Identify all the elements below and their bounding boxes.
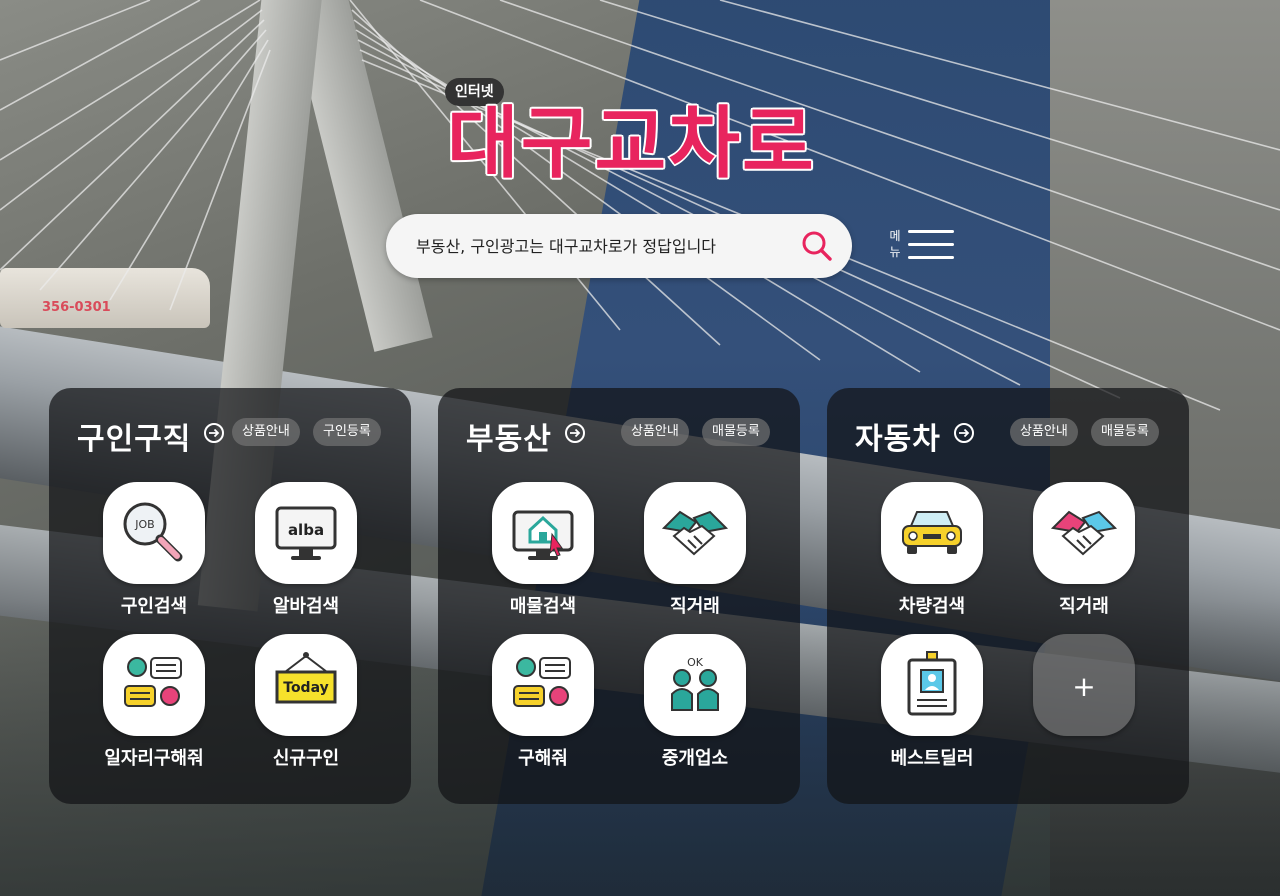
tile-best-dealer[interactable]: 베스트딜러 bbox=[872, 634, 992, 784]
tile-direct-deal[interactable]: 직거래 bbox=[635, 482, 755, 632]
hamburger-icon bbox=[908, 230, 954, 260]
tile-find-for-me[interactable]: 구해줘 bbox=[483, 634, 603, 784]
job-search-icon: JOB bbox=[103, 482, 205, 584]
tile-find-job-for-me[interactable]: 일자리구해줘 bbox=[94, 634, 214, 784]
pill-product-info[interactable]: 상품안내 bbox=[232, 418, 300, 446]
panel-real-estate: 부동산 상품안내 매물등록 매물검색 직거래 구해줘 OK 중개업소 bbox=[438, 388, 800, 804]
search-bar bbox=[386, 214, 852, 278]
svg-text:Today: Today bbox=[283, 680, 328, 696]
tile-label: 알바검색 bbox=[272, 596, 340, 617]
svg-text:alba: alba bbox=[288, 521, 324, 539]
tile-label: 직거래 bbox=[1059, 596, 1109, 617]
handshake-icon bbox=[1033, 482, 1135, 584]
tile-label: 베스트딜러 bbox=[890, 748, 974, 769]
tile-label: 구인검색 bbox=[120, 596, 188, 617]
menu-label: 메 뉴 bbox=[889, 229, 901, 259]
search-input[interactable] bbox=[416, 232, 776, 260]
pill-listing-register[interactable]: 매물등록 bbox=[702, 418, 770, 446]
search-button[interactable] bbox=[798, 228, 836, 264]
search-icon bbox=[802, 231, 832, 261]
tile-label: 매물검색 bbox=[509, 596, 577, 617]
menu-button[interactable]: 메 뉴 bbox=[886, 228, 958, 264]
svg-text:+: + bbox=[1072, 670, 1095, 703]
panel-jobs: 구인구직 상품안내 구인등록 JOB 구인검색 alba 알바검색 일자리구해줘… bbox=[49, 388, 411, 804]
tile-alba-search[interactable]: alba 알바검색 bbox=[246, 482, 366, 632]
tile-label: 구해줘 bbox=[518, 748, 568, 769]
site-logo[interactable]: 대구교차로 bbox=[446, 96, 816, 192]
tile-car-search[interactable]: 차량검색 bbox=[872, 482, 992, 632]
tile-add[interactable]: + bbox=[1024, 634, 1144, 784]
today-sign-icon: Today bbox=[255, 634, 357, 736]
tile-direct-deal[interactable]: 직거래 bbox=[1024, 482, 1144, 632]
chat-people-icon bbox=[492, 634, 594, 736]
arrow-right-icon[interactable] bbox=[565, 423, 585, 443]
tile-listing-search[interactable]: 매물검색 bbox=[483, 482, 603, 632]
tile-label: 직거래 bbox=[670, 596, 720, 617]
pill-product-info[interactable]: 상품안내 bbox=[621, 418, 689, 446]
plus-icon: + bbox=[1033, 634, 1135, 736]
panel-car: 자동차 상품안내 매물등록 차량검색 직거래 베스트딜러 + bbox=[827, 388, 1189, 804]
svg-text:OK: OK bbox=[687, 656, 704, 669]
svg-text:JOB: JOB bbox=[134, 518, 154, 531]
handshake-icon bbox=[644, 482, 746, 584]
panel-title-real-estate[interactable]: 부동산 bbox=[466, 414, 552, 458]
pill-product-info[interactable]: 상품안내 bbox=[1010, 418, 1078, 446]
chat-people-icon bbox=[103, 634, 205, 736]
tile-brokerage[interactable]: OK 중개업소 bbox=[635, 634, 755, 784]
tile-job-search[interactable]: JOB 구인검색 bbox=[94, 482, 214, 632]
panel-title-car[interactable]: 자동차 bbox=[855, 414, 941, 458]
car-icon bbox=[881, 482, 983, 584]
tile-label: 일자리구해줘 bbox=[104, 748, 204, 769]
tile-new-jobs[interactable]: Today 신규구인 bbox=[246, 634, 366, 784]
ok-people-icon: OK bbox=[644, 634, 746, 736]
arrow-right-icon[interactable] bbox=[954, 423, 974, 443]
panel-title-jobs[interactable]: 구인구직 bbox=[77, 414, 191, 458]
tile-label: 신규구인 bbox=[272, 748, 340, 769]
alba-monitor-icon: alba bbox=[255, 482, 357, 584]
tile-label: 중개업소 bbox=[661, 748, 729, 769]
pill-listing-register[interactable]: 매물등록 bbox=[1091, 418, 1159, 446]
id-card-icon bbox=[881, 634, 983, 736]
tile-label: 차량검색 bbox=[898, 596, 966, 617]
arrow-right-icon[interactable] bbox=[204, 423, 224, 443]
pill-job-register[interactable]: 구인등록 bbox=[313, 418, 381, 446]
house-monitor-icon bbox=[492, 482, 594, 584]
